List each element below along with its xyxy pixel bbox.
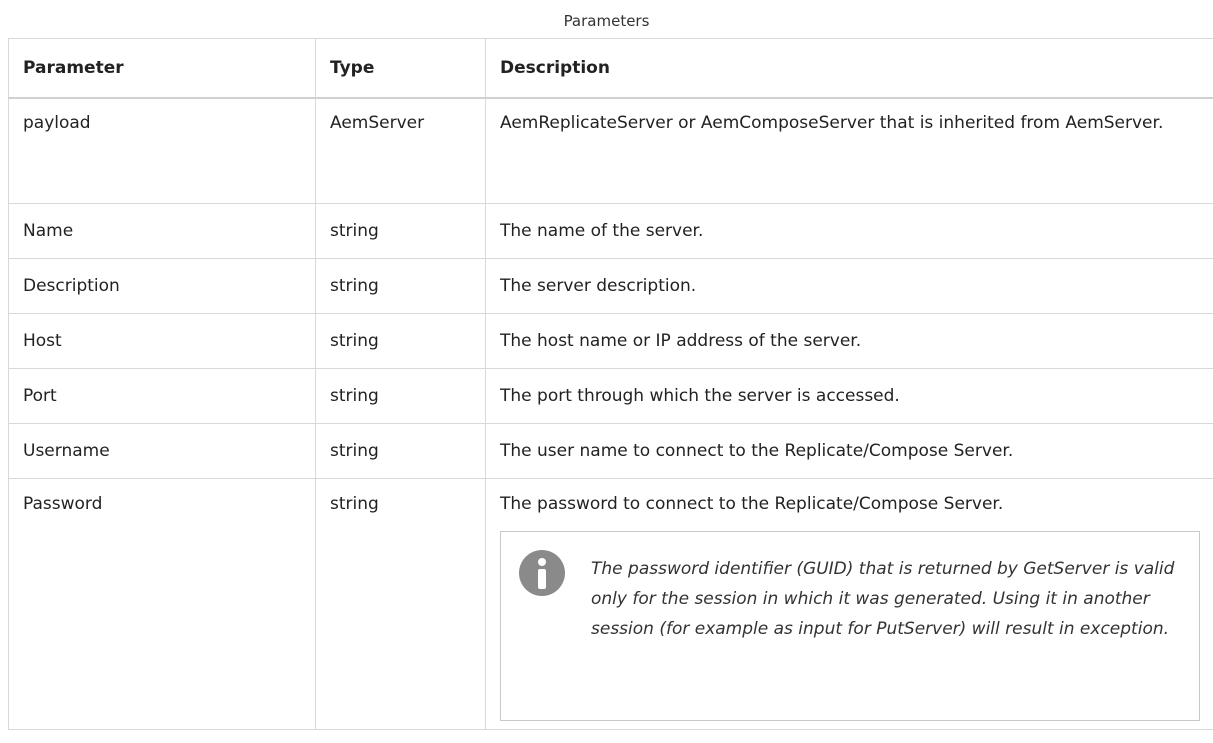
param-type: string: [315, 423, 486, 479]
param-type: string: [315, 258, 486, 314]
table-row: Password string The password to connect …: [8, 478, 1213, 730]
table-row: Port string The port through which the s…: [8, 368, 1213, 424]
note-box: The password identifier (GUID) that is r…: [500, 531, 1200, 721]
table-row: Host string The host name or IP address …: [8, 313, 1213, 369]
param-description: AemReplicateServer or AemComposeServer t…: [485, 97, 1213, 204]
param-name: Description: [8, 258, 316, 314]
header-type: Type: [315, 38, 486, 99]
header-parameter: Parameter: [8, 38, 316, 99]
table-header-row: Parameter Type Description: [8, 38, 1213, 99]
table-row: payload AemServer AemReplicateServer or …: [8, 97, 1213, 204]
header-description: Description: [485, 38, 1213, 99]
param-description: The port through which the server is acc…: [485, 368, 1213, 424]
param-description: The user name to connect to the Replicat…: [485, 423, 1213, 479]
param-type: string: [315, 203, 486, 259]
note-text: The password identifier (GUID) that is r…: [591, 559, 1175, 639]
param-description: The name of the server.: [485, 203, 1213, 259]
param-type: string: [315, 313, 486, 369]
param-name: Name: [8, 203, 316, 259]
table-row: Username string The user name to connect…: [8, 423, 1213, 479]
table-row: Name string The name of the server.: [8, 203, 1213, 259]
param-type: string: [315, 368, 486, 424]
param-description-cell: The password to connect to the Replicate…: [485, 478, 1213, 730]
param-name: Username: [8, 423, 316, 479]
param-name: Password: [8, 478, 316, 730]
param-description: The password to connect to the Replicate…: [500, 494, 1004, 514]
param-description: The server description.: [485, 258, 1213, 314]
param-name: Host: [8, 313, 316, 369]
param-name: payload: [8, 97, 316, 204]
param-description: The host name or IP address of the serve…: [485, 313, 1213, 369]
parameters-table: Parameter Type Description payload AemSe…: [8, 38, 1213, 730]
table-caption: Parameters: [563, 12, 650, 30]
param-type: string: [315, 478, 486, 730]
info-icon: [519, 550, 565, 596]
param-name: Port: [8, 368, 316, 424]
table-row: Description string The server descriptio…: [8, 258, 1213, 314]
param-type: AemServer: [315, 97, 486, 204]
